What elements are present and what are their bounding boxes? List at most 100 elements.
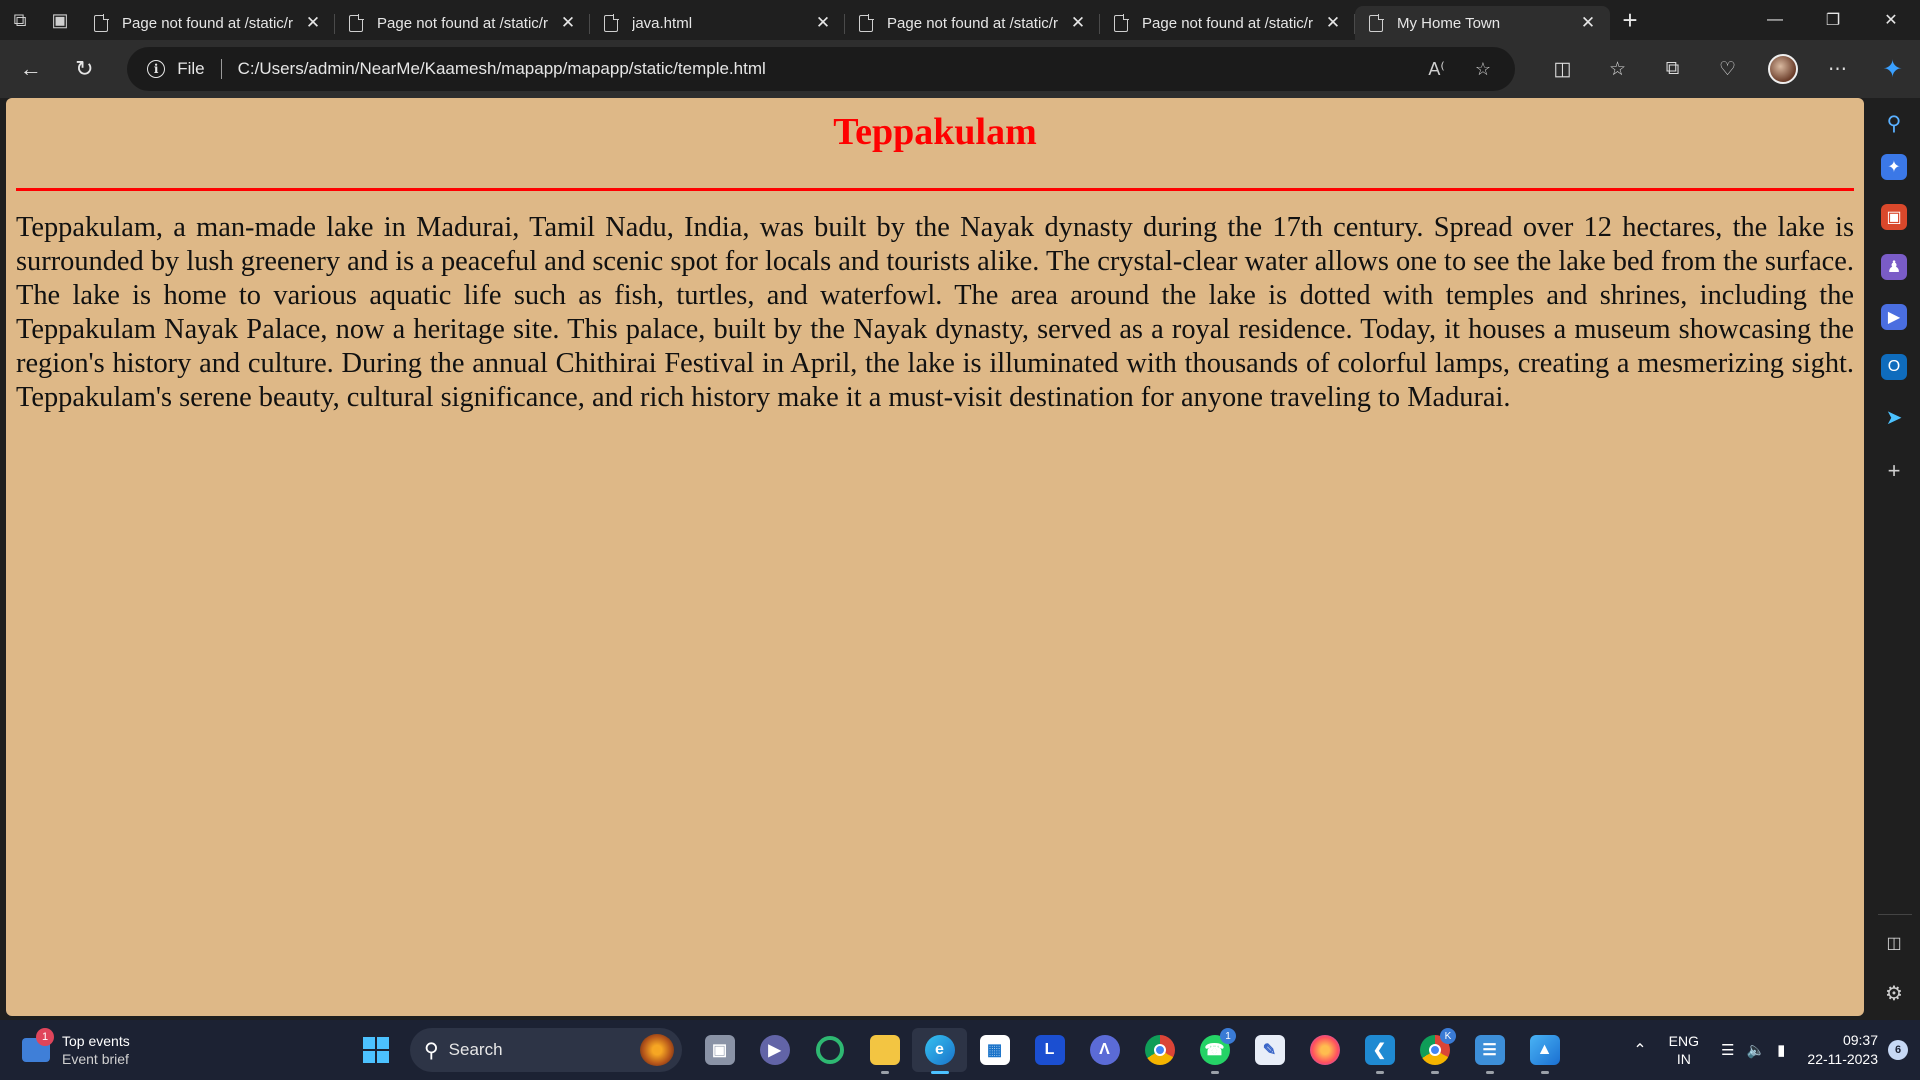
chrome-button[interactable]: [1132, 1028, 1187, 1072]
photos-button[interactable]: ▲: [1517, 1028, 1572, 1074]
tab-title: Page not found at /static/r: [1142, 14, 1313, 32]
tab-1[interactable]: Page not found at /static/r ✕: [80, 6, 335, 40]
widgets-button[interactable]: 1 Top events Event brief: [22, 1028, 130, 1068]
input-language[interactable]: ENG IN: [1669, 1032, 1699, 1068]
profile-avatar[interactable]: [1755, 49, 1810, 89]
firefox-button[interactable]: [1297, 1028, 1352, 1072]
battery-icon: ▮: [1777, 1042, 1786, 1059]
tools-icon[interactable]: ▣: [1881, 204, 1907, 230]
hide-sidebar-icon[interactable]: ◫: [1881, 930, 1907, 956]
window-controls: — ❐ ✕: [1746, 0, 1920, 40]
start-button[interactable]: [356, 1028, 396, 1072]
back-button[interactable]: ←: [8, 49, 54, 89]
close-window-icon[interactable]: ✕: [1862, 0, 1920, 40]
search-icon[interactable]: ⚲: [1881, 110, 1907, 136]
drop-icon[interactable]: ➤: [1881, 404, 1907, 430]
collections-icon[interactable]: ⧉: [1645, 49, 1700, 89]
url-text[interactable]: C:/Users/admin/NearMe/Kaamesh/mapapp/map…: [238, 59, 766, 79]
close-icon[interactable]: ✕: [813, 13, 833, 33]
close-icon[interactable]: ✕: [558, 13, 578, 33]
edge-icon: e: [924, 1035, 955, 1065]
firefox-icon: [1309, 1035, 1340, 1065]
chrome-profile-badge: K: [1440, 1028, 1456, 1044]
address-bar[interactable]: i File C:/Users/admin/NearMe/Kaamesh/map…: [127, 47, 1515, 91]
chevron-up-icon[interactable]: ⌃: [1633, 1040, 1646, 1060]
toolbar: ◫ ☆ ⧉ ♡ ⋯ ✦: [1535, 49, 1920, 89]
notepad-button[interactable]: ☰: [1462, 1028, 1517, 1074]
teams-chat-button[interactable]: ▶: [747, 1028, 802, 1072]
scheme-label: File: [177, 59, 205, 78]
divider: [1878, 914, 1912, 915]
refresh-button[interactable]: ↻: [62, 49, 108, 89]
taskbar: 1 Top events Event brief ⚲ Search ▣ ▶ e …: [0, 1020, 1920, 1080]
widget-badge: 1: [36, 1028, 54, 1046]
restore-icon[interactable]: ❐: [1804, 0, 1862, 40]
tab-actions-icon[interactable]: ▣: [40, 0, 80, 40]
games-icon[interactable]: ♟: [1881, 254, 1907, 280]
minimize-icon[interactable]: —: [1746, 0, 1804, 40]
split-screen-icon[interactable]: ◫: [1535, 49, 1590, 89]
wifi-icon: ☰: [1721, 1042, 1735, 1059]
app-ring-button[interactable]: [802, 1028, 857, 1072]
tab-title: Page not found at /static/r: [122, 14, 293, 32]
tab-3[interactable]: java.html ✕: [590, 6, 845, 40]
tab-title: java.html: [632, 14, 693, 32]
tab-6-active[interactable]: My Home Town ✕: [1355, 6, 1610, 40]
l-app-icon: L: [1034, 1035, 1065, 1065]
editor-app-button[interactable]: ✎: [1242, 1028, 1297, 1072]
notification-count-badge[interactable]: 6: [1888, 1040, 1908, 1060]
arc-app-button[interactable]: Λ: [1077, 1028, 1132, 1072]
settings-more-icon[interactable]: ⋯: [1810, 49, 1865, 89]
taskbar-search[interactable]: ⚲ Search: [410, 1028, 682, 1072]
widgets-icon: 1: [22, 1028, 54, 1062]
taskbar-apps: ⚲ Search ▣ ▶ e ▦ L Λ ☎ 1 ✎ ❮ K ☰ ▲: [356, 1028, 1572, 1074]
tab-2[interactable]: Page not found at /static/r ✕: [335, 6, 590, 40]
vscode-icon: ❮: [1364, 1035, 1395, 1065]
store-button[interactable]: ▦: [967, 1028, 1022, 1072]
close-icon[interactable]: ✕: [1323, 13, 1343, 33]
info-icon[interactable]: i: [147, 60, 166, 78]
volume-icon: 🔈: [1746, 1042, 1766, 1059]
new-tab-button[interactable]: +: [1610, 0, 1650, 40]
copilot-icon[interactable]: ✦: [1865, 49, 1920, 89]
close-icon[interactable]: ✕: [1578, 13, 1598, 33]
outlook-icon[interactable]: O: [1881, 354, 1907, 380]
shopping-tag-icon[interactable]: ✦: [1881, 154, 1907, 180]
search-highlight-icon: [640, 1034, 674, 1066]
tab-4[interactable]: Page not found at /static/r ✕: [845, 6, 1100, 40]
quick-settings[interactable]: ☰ 🔈 ▮: [1721, 1041, 1785, 1059]
l-app-button[interactable]: L: [1022, 1028, 1077, 1072]
favorite-star-icon[interactable]: ☆: [1475, 59, 1491, 80]
sidebar-settings-icon[interactable]: ⚙: [1881, 980, 1907, 1006]
workspaces-icon[interactable]: ⧉: [0, 0, 40, 40]
chrome-icon: [1144, 1035, 1175, 1065]
page-viewport: Teppakulam Teppakulam, a man-made lake i…: [6, 98, 1864, 1016]
microsoft-365-icon[interactable]: ▶: [1881, 304, 1907, 330]
tab-5[interactable]: Page not found at /static/r ✕: [1100, 6, 1355, 40]
windows-logo-icon: [363, 1037, 389, 1063]
read-aloud-icon[interactable]: A⁽: [1428, 59, 1444, 80]
page-icon: [1369, 13, 1384, 32]
file-explorer-button[interactable]: [857, 1028, 912, 1074]
search-placeholder: Search: [448, 1040, 503, 1059]
page-icon: [859, 13, 874, 32]
close-icon[interactable]: ✕: [1068, 13, 1088, 33]
task-view-button[interactable]: ▣: [692, 1028, 747, 1072]
date: 22-11-2023: [1807, 1051, 1878, 1067]
edge-button[interactable]: e: [912, 1028, 967, 1074]
clock[interactable]: 09:37 22-11-2023: [1807, 1031, 1878, 1069]
favorites-icon[interactable]: ☆: [1590, 49, 1645, 89]
page-icon: [94, 13, 109, 32]
chrome-profile-button[interactable]: K: [1407, 1028, 1462, 1074]
folder-icon: [869, 1035, 900, 1065]
tab-strip: ⧉ ▣ Page not found at /static/r ✕ Page n…: [0, 0, 1920, 40]
page-icon: [1114, 13, 1129, 32]
browser-essentials-icon[interactable]: ♡: [1700, 49, 1755, 89]
task-view-icon: ▣: [704, 1035, 735, 1065]
whatsapp-button[interactable]: ☎ 1: [1187, 1028, 1242, 1074]
ring-app-icon: [815, 1036, 844, 1064]
document-edit-icon: ✎: [1254, 1035, 1285, 1065]
add-icon[interactable]: +: [1881, 458, 1907, 484]
vscode-button[interactable]: ❮: [1352, 1028, 1407, 1074]
close-icon[interactable]: ✕: [303, 13, 323, 33]
